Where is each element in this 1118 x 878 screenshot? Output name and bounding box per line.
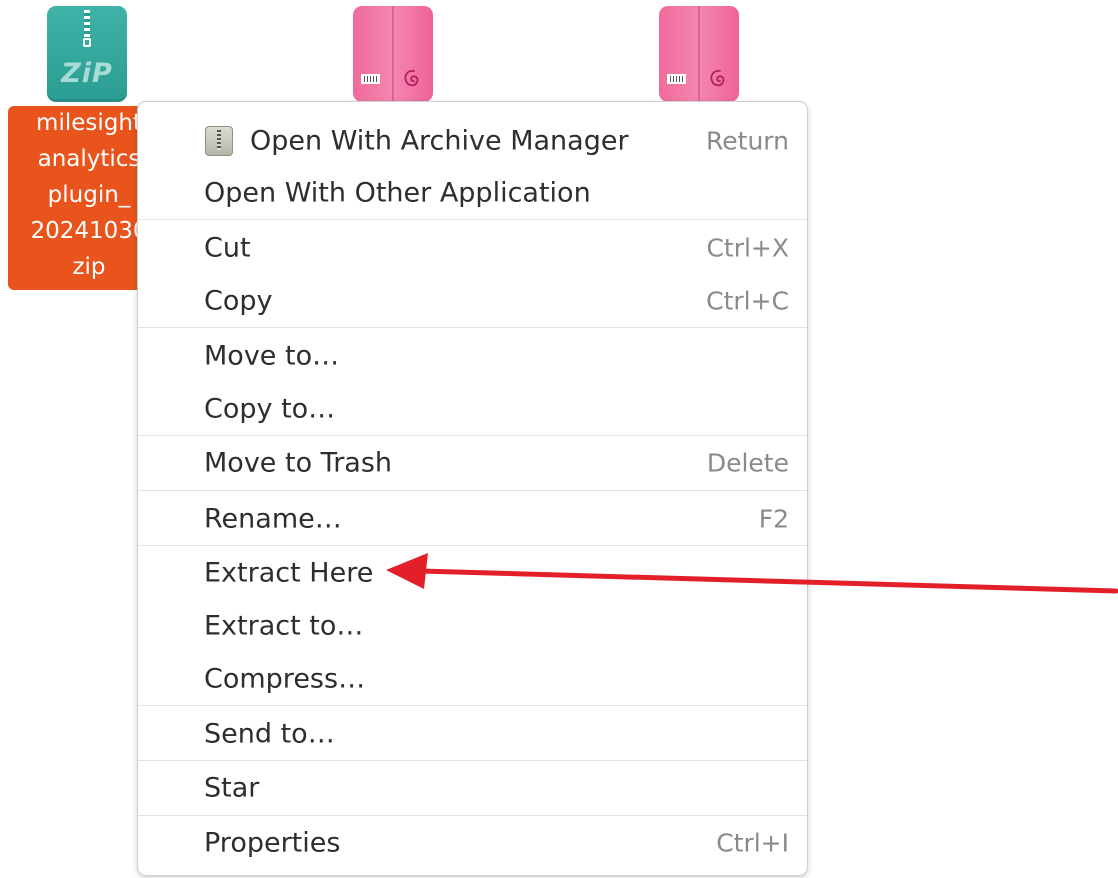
zip-archive-icon[interactable]: ZiP	[47, 6, 127, 102]
menu-item-label: Send to…	[204, 718, 335, 750]
menu-item-move-to-trash[interactable]: Move to Trash Delete	[138, 438, 807, 488]
file-label-line: 20241030	[30, 218, 148, 244]
menu-item-label: Copy to…	[204, 393, 336, 425]
menu-item-shortcut: F2	[758, 504, 789, 534]
menu-separator	[138, 545, 807, 546]
menu-item-move-to[interactable]: Move to…	[138, 331, 807, 381]
menu-item-cut[interactable]: Cut Ctrl+X	[138, 223, 807, 273]
file-label-line: zip	[72, 254, 106, 280]
menu-item-label: Copy	[204, 285, 273, 317]
menu-separator	[138, 815, 807, 816]
package-seam	[698, 6, 700, 102]
menu-item-label: Extract Here	[204, 557, 374, 589]
menu-separator	[138, 760, 807, 761]
menu-item-label: Open With Archive Manager	[250, 125, 629, 157]
menu-item-label: Cut	[204, 232, 251, 264]
zipper-pull-icon	[83, 38, 91, 47]
menu-item-copy[interactable]: Copy Ctrl+C	[138, 276, 807, 326]
menu-item-extract-here[interactable]: Extract Here	[138, 548, 807, 598]
menu-item-compress[interactable]: Compress…	[138, 654, 807, 704]
zip-file-label[interactable]: milesight analytics plugin_ 20241030 zip	[8, 106, 148, 290]
menu-separator	[138, 219, 807, 220]
menu-item-label: Star	[204, 772, 260, 804]
menu-item-label: Move to…	[204, 340, 340, 372]
desktop: ZiP milesight analytics plugin_ 20241030…	[0, 0, 1118, 878]
file-label-line: plugin_	[47, 182, 131, 208]
menu-item-shortcut: Ctrl+X	[706, 233, 789, 263]
deb-package-icon[interactable]	[659, 6, 739, 102]
menu-item-rename[interactable]: Rename… F2	[138, 494, 807, 544]
menu-item-shortcut: Delete	[706, 448, 789, 478]
menu-item-extract-to[interactable]: Extract to…	[138, 601, 807, 651]
menu-separator	[138, 705, 807, 706]
debian-swirl-icon	[404, 70, 419, 87]
barcode-icon	[667, 74, 686, 84]
menu-item-open-with-archive-manager[interactable]: Open With Archive Manager Return	[138, 116, 807, 166]
menu-separator	[138, 435, 807, 436]
deb-package-icon[interactable]	[353, 6, 433, 102]
menu-item-send-to[interactable]: Send to…	[138, 709, 807, 759]
menu-item-shortcut: Ctrl+C	[706, 286, 789, 316]
archive-manager-icon	[205, 126, 233, 156]
menu-item-open-with-other-application[interactable]: Open With Other Application	[138, 168, 807, 218]
file-label-line: analytics	[37, 146, 141, 172]
menu-item-label: Move to Trash	[204, 447, 393, 479]
menu-item-label: Rename…	[204, 503, 342, 535]
barcode-icon	[361, 74, 380, 84]
menu-item-label: Open With Other Application	[204, 177, 591, 209]
zipper-icon	[84, 10, 90, 40]
debian-swirl-icon	[710, 70, 725, 87]
menu-item-shortcut: Ctrl+I	[716, 828, 789, 858]
menu-item-label: Properties	[204, 827, 341, 859]
menu-separator	[138, 327, 807, 328]
zip-icon-text: ZiP	[61, 58, 113, 89]
menu-separator	[138, 490, 807, 491]
menu-item-star[interactable]: Star	[138, 763, 807, 813]
menu-item-copy-to[interactable]: Copy to…	[138, 384, 807, 434]
menu-item-label: Compress…	[204, 663, 366, 695]
package-seam	[392, 6, 394, 102]
context-menu: Open With Archive Manager Return Open Wi…	[137, 101, 808, 876]
menu-item-properties[interactable]: Properties Ctrl+I	[138, 818, 807, 868]
menu-item-shortcut: Return	[706, 126, 789, 156]
file-label-line: milesight	[36, 110, 142, 136]
menu-item-label: Extract to…	[204, 610, 364, 642]
